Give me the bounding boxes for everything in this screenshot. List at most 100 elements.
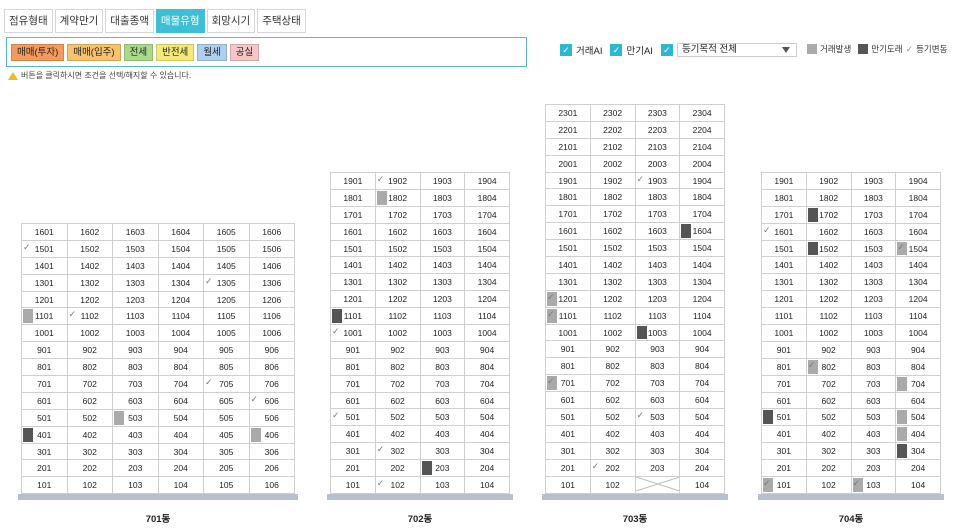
tab-4[interactable]: 매물유형 [155, 9, 205, 33]
unit-904[interactable]: 904 [895, 340, 941, 359]
unit-403[interactable]: 403 [419, 425, 466, 444]
unit-placeholder[interactable] [634, 475, 681, 494]
unit-203[interactable]: 203 [419, 459, 466, 478]
unit-1903[interactable]: 1903 [419, 172, 466, 190]
unit-1303[interactable]: 1303 [112, 273, 159, 292]
unit-2104[interactable]: 2104 [679, 137, 725, 156]
unit-904[interactable]: 904 [464, 340, 510, 359]
unit-202[interactable]: 202 [66, 459, 113, 478]
unit-903[interactable]: 903 [419, 340, 466, 359]
unit-603[interactable]: 603 [850, 391, 897, 410]
unit-1202[interactable]: 1202 [374, 290, 421, 309]
unit-805[interactable]: 805 [203, 358, 250, 377]
unit-102[interactable]: ✓ 102 [374, 476, 421, 494]
unit-1201[interactable]: 1201 [21, 290, 68, 309]
unit-204[interactable]: 204 [157, 459, 204, 478]
unit-1302[interactable]: 1302 [589, 272, 636, 291]
unit-603[interactable]: 603 [112, 391, 159, 410]
unit-1902[interactable]: 1902 [805, 172, 852, 190]
unit-503[interactable]: 503 [112, 408, 159, 427]
unit-1604[interactable]: 1604 [464, 222, 510, 241]
unit-1002[interactable]: 1002 [374, 324, 421, 342]
unit-1804[interactable]: 1804 [895, 188, 941, 207]
unit-906[interactable]: 906 [248, 341, 295, 360]
unit-301[interactable]: 301 [545, 441, 591, 460]
unit-704[interactable]: 704 [464, 374, 510, 393]
unit-604[interactable]: 604 [157, 391, 204, 410]
unit-1704[interactable]: 1704 [464, 205, 510, 224]
unit-204[interactable]: 204 [895, 459, 941, 478]
unit-1202[interactable]: 1202 [589, 289, 636, 308]
unit-902[interactable]: 902 [374, 340, 421, 359]
unit-1104[interactable]: 1104 [679, 306, 725, 325]
unit-702[interactable]: 702 [805, 374, 852, 393]
unit-1102[interactable]: 1102 [374, 307, 421, 326]
unit-1602[interactable]: 1602 [589, 222, 636, 241]
unit-2102[interactable]: 2102 [589, 137, 636, 156]
unit-1004[interactable]: 1004 [895, 324, 941, 342]
unit-1402[interactable]: 1402 [805, 256, 852, 275]
unit-202[interactable]: 202 [374, 459, 421, 478]
unit-1101[interactable]: 1101 [21, 307, 68, 326]
unit-1205[interactable]: 1205 [203, 290, 250, 309]
unit-1701[interactable]: 1701 [545, 205, 591, 224]
unit-1802[interactable]: 1802 [805, 188, 852, 207]
unit-1001[interactable]: 1001 [21, 324, 68, 343]
unit-1104[interactable]: 1104 [157, 307, 204, 326]
unit-1902[interactable]: ✓ 1902 [374, 172, 421, 190]
unit-2004[interactable]: 2004 [679, 154, 725, 173]
unit-1501[interactable]: 1501 [761, 239, 807, 258]
unit-1403[interactable]: 1403 [850, 256, 897, 275]
unit-1901[interactable]: 1901 [330, 172, 376, 190]
unit-1701[interactable]: 1701 [761, 205, 807, 224]
unit-603[interactable]: 603 [419, 391, 466, 410]
unit-1206[interactable]: 1206 [248, 290, 295, 309]
unit-401[interactable]: 401 [330, 425, 376, 444]
unit-1002[interactable]: 1002 [589, 323, 636, 342]
tab-6[interactable]: 주택상태 [257, 9, 306, 33]
unit-1302[interactable]: 1302 [374, 273, 421, 292]
unit-101[interactable]: 101 [545, 475, 591, 494]
chip-2[interactable]: 매매(입주) [67, 43, 121, 61]
unit-1401[interactable]: 1401 [761, 256, 807, 275]
unit-1502[interactable]: 1502 [374, 239, 421, 258]
unit-606[interactable]: ✓ 606 [248, 391, 295, 410]
unit-502[interactable]: 502 [589, 408, 636, 426]
unit-1003[interactable]: 1003 [634, 323, 681, 342]
unit-201[interactable]: 201 [330, 459, 376, 478]
unit-403[interactable]: 403 [112, 425, 159, 444]
unit-1503[interactable]: 1503 [634, 239, 681, 258]
unit-504[interactable]: 504 [895, 408, 941, 427]
unit-704[interactable]: 704 [157, 375, 204, 393]
unit-103[interactable]: 103 [112, 476, 159, 495]
unit-502[interactable]: 502 [805, 408, 852, 427]
unit-202[interactable]: 202 [805, 459, 852, 478]
unit-904[interactable]: 904 [679, 340, 725, 359]
unit-601[interactable]: 601 [545, 391, 591, 410]
unit-302[interactable]: 302 [66, 442, 113, 461]
unit-203[interactable]: 203 [112, 459, 159, 478]
unit-104[interactable]: 104 [157, 476, 204, 495]
unit-902[interactable]: 902 [805, 340, 852, 359]
unit-306[interactable]: 306 [248, 442, 295, 461]
unit-1703[interactable]: 1703 [850, 205, 897, 224]
unit-1202[interactable]: 1202 [66, 290, 113, 309]
unit-2301[interactable]: 2301 [545, 104, 591, 122]
unit-703[interactable]: 703 [419, 374, 466, 393]
unit-2103[interactable]: 2103 [634, 137, 681, 156]
unit-1203[interactable]: 1203 [634, 289, 681, 308]
unit-703[interactable]: 703 [112, 375, 159, 393]
unit-1801[interactable]: 1801 [330, 188, 376, 207]
unit-704[interactable]: 704 [895, 374, 941, 393]
unit-802[interactable]: ✓ 802 [805, 357, 852, 376]
tab-5[interactable]: 회망시기 [206, 9, 256, 33]
unit-505[interactable]: 505 [203, 408, 250, 427]
unit-1103[interactable]: 1103 [112, 307, 159, 326]
unit-1602[interactable]: 1602 [66, 223, 113, 241]
unit-703[interactable]: 703 [634, 374, 681, 393]
unit-1604[interactable]: 1604 [679, 222, 725, 241]
unit-201[interactable]: 201 [21, 459, 68, 478]
tab-3[interactable]: 대출종액 [105, 9, 154, 33]
unit-503[interactable]: ✓ 503 [634, 408, 681, 426]
unit-1204[interactable]: 1204 [157, 290, 204, 309]
